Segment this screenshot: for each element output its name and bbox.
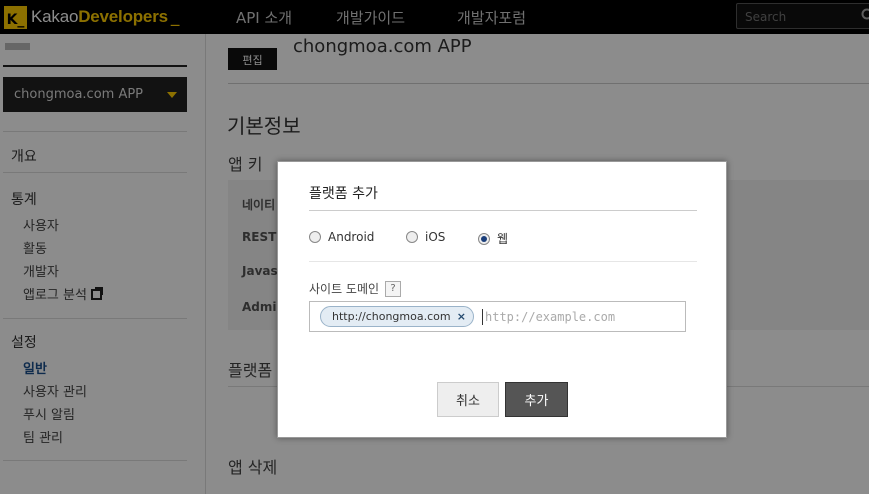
domain-tag: http://chongmoa.com × [320, 306, 474, 327]
site-domain-input[interactable] [482, 309, 677, 325]
dialog-title: 플랫폼 추가 [309, 186, 378, 202]
divider [309, 210, 697, 211]
remove-tag-icon[interactable]: × [457, 310, 466, 323]
radio-button-icon [406, 231, 418, 243]
radio-button-selected-icon [478, 232, 490, 245]
radio-button-icon [309, 231, 321, 243]
site-domain-label: 사이트 도메인 ? [309, 280, 402, 297]
site-domain-field: http://chongmoa.com × [309, 301, 686, 332]
divider [309, 261, 697, 262]
radio-web[interactable]: 웹 [478, 230, 508, 247]
radio-android[interactable]: Android [309, 230, 374, 244]
add-button[interactable]: 추가 [505, 382, 568, 417]
cancel-button[interactable]: 취소 [437, 382, 499, 417]
radio-ios[interactable]: iOS [406, 230, 445, 244]
help-icon[interactable]: ? [385, 280, 402, 297]
add-platform-dialog: 플랫폼 추가 Android iOS 웹 사이트 도메인 ? http://ch… [277, 161, 727, 438]
